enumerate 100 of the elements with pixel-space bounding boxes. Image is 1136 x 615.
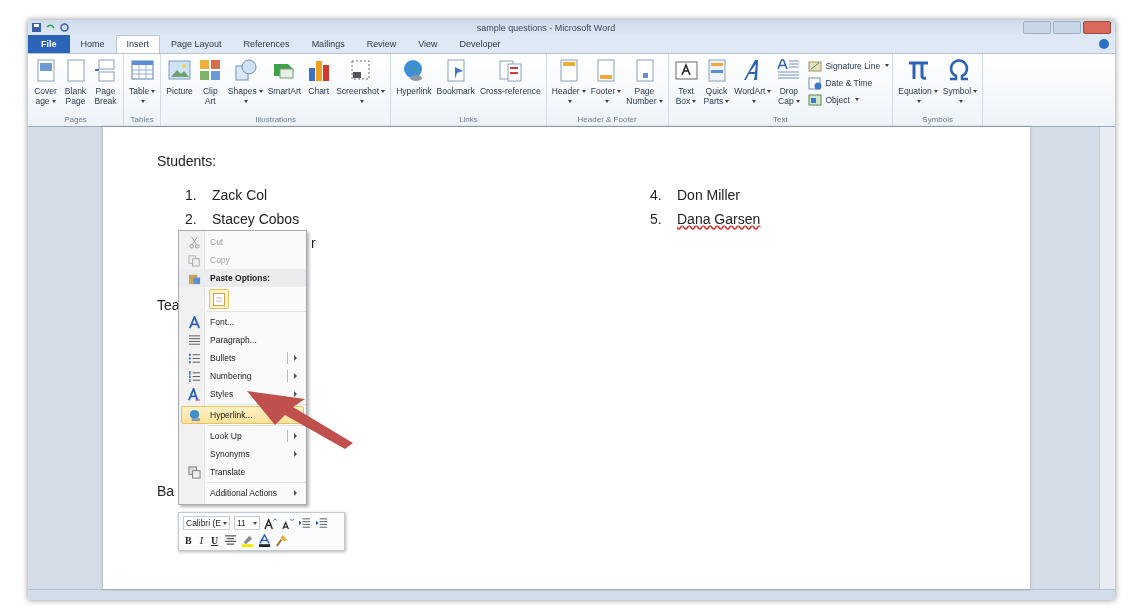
font-color-icon[interactable] bbox=[258, 534, 272, 547]
document-heading: Students: bbox=[157, 153, 218, 169]
ribbon-button[interactable]: Page Number bbox=[624, 58, 665, 115]
ribbon-button[interactable]: Text Box bbox=[671, 58, 701, 115]
ribbon-button[interactable]: Cross-reference bbox=[477, 58, 543, 115]
submenu-arrow-icon bbox=[294, 451, 297, 457]
ribbon-tab[interactable]: View bbox=[407, 35, 449, 53]
ribbon-button[interactable]: Hyperlink bbox=[394, 58, 434, 115]
paragraph-text: Ba bbox=[157, 483, 175, 499]
ribbon-button[interactable]: Chart bbox=[304, 58, 334, 115]
numbering-icon bbox=[187, 369, 201, 383]
ribbon-button[interactable]: Header bbox=[549, 58, 588, 115]
ribbon-small-button[interactable]: Object bbox=[808, 92, 890, 107]
ribbon-button[interactable]: Clip Art bbox=[195, 58, 225, 115]
shapes-icon bbox=[232, 58, 258, 83]
table-icon bbox=[129, 58, 155, 83]
ribbon-button[interactable]: Screenshot bbox=[334, 58, 388, 115]
menu-item[interactable]: Synonyms bbox=[181, 445, 304, 463]
menu-item[interactable]: Font... bbox=[181, 313, 304, 331]
ribbon-small-button[interactable]: Signature Line bbox=[808, 58, 890, 73]
styles-icon bbox=[187, 387, 201, 401]
ribbon-tab[interactable]: Review bbox=[355, 35, 408, 53]
ribbon-button[interactable]: SmartArt bbox=[265, 58, 304, 115]
format-button[interactable]: B bbox=[183, 535, 194, 546]
decrease-indent-icon[interactable] bbox=[297, 516, 311, 530]
paragraph-text: Tea bbox=[157, 297, 180, 313]
list-item-text: Don Miller bbox=[677, 187, 740, 205]
menu-item[interactable]: Additional Actions bbox=[181, 484, 304, 502]
ribbon-button[interactable]: Quick Parts bbox=[701, 58, 732, 115]
ribbon-button[interactable]: Footer bbox=[588, 58, 624, 115]
center-align-icon[interactable] bbox=[224, 534, 238, 547]
group-label: Tables bbox=[129, 115, 155, 126]
submenu-arrow-icon bbox=[294, 355, 297, 361]
ribbon-tab[interactable]: Mailings bbox=[300, 35, 356, 53]
scissors-icon bbox=[187, 235, 201, 249]
copy-icon bbox=[187, 253, 201, 267]
ribbon-tab[interactable]: Insert bbox=[115, 35, 161, 53]
font-icon bbox=[187, 315, 201, 329]
group-label: Links bbox=[458, 115, 479, 126]
group-label: Symbols bbox=[921, 115, 954, 126]
globe-icon bbox=[187, 408, 201, 422]
format-button[interactable]: U bbox=[209, 535, 221, 546]
shrink-font-icon[interactable] bbox=[280, 516, 294, 530]
ribbon-small-button[interactable]: Date & Time bbox=[808, 75, 890, 90]
ribbon-button[interactable]: Equation bbox=[896, 58, 940, 115]
list-item-text: Dana Garsen bbox=[677, 211, 761, 229]
menu-item[interactable]: Look Up bbox=[181, 427, 304, 445]
list-number: 4. bbox=[650, 187, 663, 205]
menu-item[interactable]: Numbering bbox=[181, 367, 304, 385]
format-button[interactable]: I bbox=[197, 535, 205, 546]
save-icon[interactable] bbox=[32, 23, 41, 32]
ribbon-tab[interactable]: Home bbox=[69, 35, 116, 53]
ribbon-button[interactable]: Bookmark bbox=[434, 58, 477, 115]
bullets-icon bbox=[187, 351, 201, 365]
calendar-icon bbox=[808, 75, 823, 90]
clip-art-icon bbox=[197, 58, 223, 83]
group-label: Illustrations bbox=[254, 115, 297, 126]
ribbon-tab[interactable]: References bbox=[232, 35, 301, 53]
text-box-icon bbox=[673, 58, 699, 83]
list-item-text: r bbox=[311, 235, 316, 251]
font-name-field[interactable]: Calibri (E bbox=[183, 516, 230, 530]
translate-icon bbox=[187, 465, 201, 479]
submenu-arrow-icon bbox=[294, 490, 297, 496]
ribbon-tab[interactable]: Page Layout bbox=[160, 35, 233, 53]
vertical-scrollbar[interactable] bbox=[1099, 127, 1115, 589]
file-menu-tab[interactable]: File bbox=[28, 35, 70, 53]
ribbon-button[interactable]: Blank Page bbox=[61, 58, 90, 115]
list-item-text: Stacey Cobos bbox=[212, 211, 300, 229]
grow-font-icon[interactable] bbox=[263, 516, 277, 530]
paste-option-button[interactable] bbox=[209, 289, 229, 309]
menu-item[interactable]: Bullets bbox=[181, 349, 304, 367]
cross-reference-icon bbox=[497, 58, 523, 83]
bar-chart-icon bbox=[306, 58, 332, 83]
object-icon bbox=[808, 92, 823, 107]
ribbon-button[interactable]: Page Break bbox=[91, 58, 120, 115]
ribbon-button[interactable]: Drop Cap bbox=[774, 58, 804, 115]
group-label: Text bbox=[772, 115, 789, 126]
font-size-field[interactable]: 11 bbox=[233, 516, 260, 530]
ribbon-button[interactable]: WordArt bbox=[732, 58, 774, 115]
menu-section-header: Paste Options: bbox=[209, 273, 271, 283]
increase-indent-icon[interactable] bbox=[314, 516, 328, 530]
window-title: sample questions - Microsoft Word bbox=[475, 22, 617, 33]
format-painter-icon[interactable] bbox=[275, 534, 289, 547]
ribbon-button[interactable]: Symbol bbox=[940, 58, 980, 115]
list-number: 2. bbox=[185, 211, 198, 229]
group-label: Header & Footer bbox=[576, 115, 638, 126]
group-label: Pages bbox=[63, 115, 88, 126]
ribbon-tab[interactable]: Developer bbox=[448, 35, 512, 53]
ribbon-button[interactable]: Shapes bbox=[225, 58, 265, 115]
picture-icon bbox=[167, 58, 193, 83]
signature-icon bbox=[808, 58, 823, 73]
paragraph-icon bbox=[187, 333, 201, 347]
submenu-arrow-icon bbox=[294, 373, 297, 379]
menu-item[interactable]: Translate bbox=[181, 463, 304, 481]
submenu-arrow-icon bbox=[294, 433, 297, 439]
ribbon-button[interactable]: Picture bbox=[164, 58, 195, 115]
ribbon-button[interactable]: Table bbox=[127, 58, 158, 115]
ribbon-button[interactable]: Cover age bbox=[31, 58, 60, 115]
menu-item[interactable]: Paragraph... bbox=[181, 331, 304, 349]
page-break-icon bbox=[93, 58, 118, 83]
